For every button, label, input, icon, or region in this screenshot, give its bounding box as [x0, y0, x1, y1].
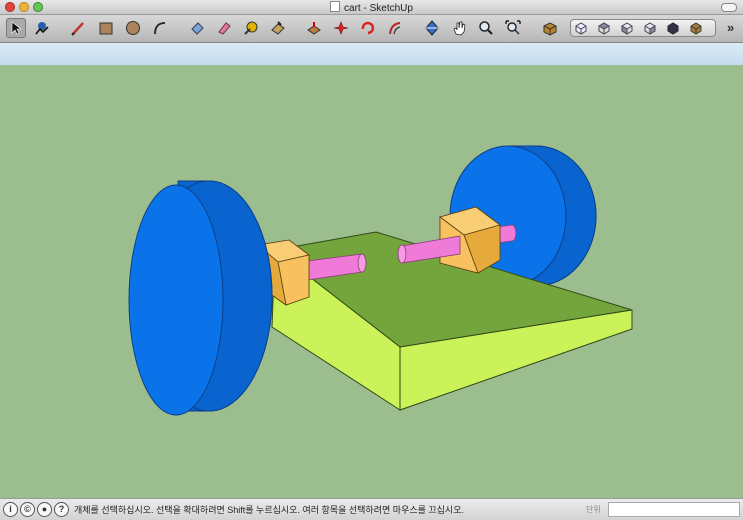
standard-views-toolbar	[570, 19, 716, 37]
tape-measure-icon	[244, 21, 258, 35]
status-bar: i © ● ? 개체를 선택하십시오. 선택을 확대하려면 Shift를 누르십…	[0, 498, 743, 520]
user-icon[interactable]: ●	[37, 502, 52, 517]
rotate-tool-button[interactable]	[331, 18, 351, 38]
iso-view-icon[interactable]	[574, 21, 588, 35]
components-window-button[interactable]	[540, 18, 560, 38]
move-tool-button[interactable]	[304, 18, 324, 38]
pushpull-tool-button[interactable]	[268, 18, 288, 38]
toolbar-toggle-button[interactable]	[721, 3, 737, 12]
component-tool-button[interactable]	[32, 18, 52, 38]
offset-icon	[389, 22, 401, 35]
select-tool-button[interactable]	[6, 18, 26, 38]
pan-icon	[453, 21, 466, 36]
move-icon	[307, 22, 321, 35]
circle-icon	[126, 21, 140, 35]
paint-tool-button[interactable]	[214, 18, 234, 38]
geo-location-icon[interactable]: i	[3, 502, 18, 517]
rectangle-icon	[99, 22, 113, 35]
zoom-tool-button[interactable]	[476, 18, 496, 38]
window-title: cart - SketchUp	[0, 1, 743, 14]
document-icon	[330, 1, 341, 12]
far-axle-end[interactable]	[397, 244, 407, 264]
orbit-tool-button[interactable]	[422, 18, 442, 38]
help-icon[interactable]: ?	[54, 502, 69, 517]
near-wheel-face[interactable]	[128, 184, 224, 416]
follow-me-icon	[361, 21, 375, 35]
right-view-icon[interactable]	[643, 21, 657, 35]
pencil-icon	[71, 22, 84, 36]
credits-icon[interactable]: ©	[20, 502, 35, 517]
zoom-extents-tool-button[interactable]	[503, 18, 523, 38]
tape-tool-button[interactable]	[241, 18, 261, 38]
orbit-icon	[425, 20, 439, 36]
toolbar-overflow-button[interactable]: »	[727, 20, 734, 35]
title-bar: cart - SketchUp	[0, 0, 743, 15]
status-message: 개체를 선택하십시오. 선택을 확대하려면 Shift를 누르십시오. 여러 항…	[74, 505, 464, 515]
offset-tool-button[interactable]	[385, 18, 405, 38]
circle-tool-button[interactable]	[123, 18, 143, 38]
arc-tool-button[interactable]	[150, 18, 170, 38]
model-viewport[interactable]	[0, 65, 743, 498]
rectangle-tool-button[interactable]	[96, 18, 116, 38]
main-toolbar: »	[0, 15, 743, 43]
back-view-icon[interactable]	[666, 21, 680, 35]
left-view-icon[interactable]	[689, 21, 703, 35]
pan-tool-button[interactable]	[449, 18, 469, 38]
select-icon	[11, 21, 22, 35]
component-icon	[35, 22, 49, 35]
sky-band	[0, 43, 743, 65]
pencil-tool-button[interactable]	[68, 18, 88, 38]
rotate-icon	[333, 21, 349, 35]
measurements-input[interactable]	[608, 502, 740, 517]
near-axle-end[interactable]	[357, 253, 367, 273]
push-pull-icon	[271, 21, 285, 35]
paint-bucket-icon	[218, 22, 231, 35]
followme-tool-button[interactable]	[358, 18, 378, 38]
eraser-tool-button[interactable]	[187, 18, 207, 38]
zoom-extents-icon	[505, 20, 521, 35]
measurements-label: 단위	[586, 505, 601, 514]
zoom-icon	[479, 21, 493, 35]
components-icon	[543, 22, 557, 36]
top-view-icon[interactable]	[597, 21, 611, 35]
eraser-icon	[191, 22, 204, 35]
front-view-icon[interactable]	[620, 21, 634, 35]
arc-icon	[154, 22, 166, 35]
